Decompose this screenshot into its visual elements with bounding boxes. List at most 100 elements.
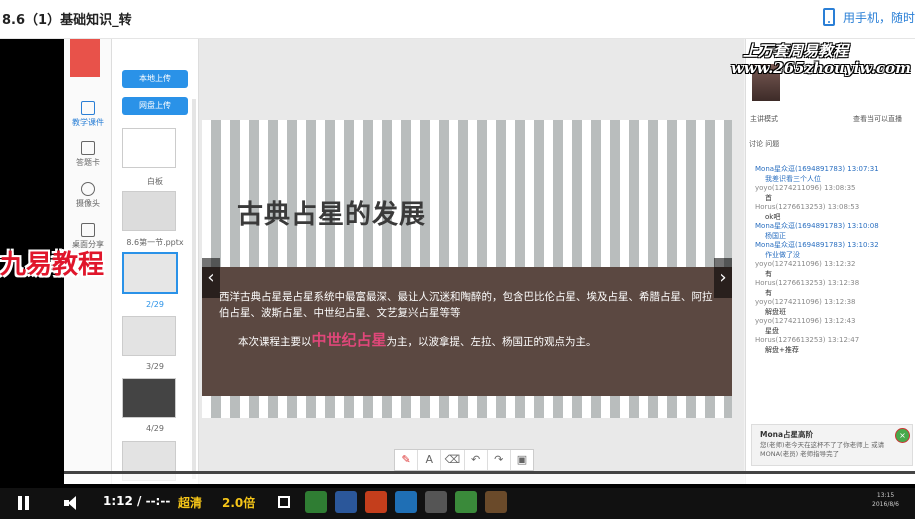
fullscreen-icon[interactable] — [278, 496, 290, 508]
chat-message: Mona星众逗(1694891783) 13:10:32 — [755, 241, 879, 249]
chat-message: 有 — [765, 269, 772, 278]
thumb-label: 4/29 — [146, 424, 164, 433]
system-clock: 13:15 2016/8/6 — [872, 491, 899, 509]
next-slide-button[interactable]: › — [714, 258, 732, 298]
notice-title: Mona占星高阶 — [760, 430, 814, 439]
app-icon — [485, 491, 507, 513]
thumb-whiteboard[interactable] — [122, 128, 176, 168]
clock-date: 2016/8/6 — [872, 501, 899, 508]
notice-body: 您(老师)老今天在这杯不了了你老师上 或请MONA(老员) 老师指导完了 — [760, 441, 885, 458]
player-controls: 1:12 / --:-- 超清 2.0倍 13:15 2016/8/6 — [0, 488, 915, 519]
redo-icon[interactable]: ↷ — [488, 450, 511, 470]
edit-icon — [81, 141, 95, 155]
slide-paragraph-1: 西洋古典占星是占星系统中最富最深、最让人沉迷和陶醉的，包含巴比伦占星、埃及占星、… — [219, 291, 713, 319]
lock-icon[interactable]: ▣ — [511, 450, 533, 470]
chat-message: 解盘班 — [765, 307, 786, 316]
nav-item-label: 摄像头 — [76, 199, 100, 208]
chat-message: Mona星众逗(1694891783) 13:07:31 — [755, 165, 879, 173]
close-icon[interactable]: × — [895, 428, 910, 443]
para2-suffix: 为主，以波拿提、左拉、杨国正的观点为主。 — [386, 336, 597, 348]
speed-button[interactable]: 2.0倍 — [222, 494, 255, 511]
chat-message: Horus(1276613253) 13:08:53 — [755, 203, 860, 211]
chat-tabs[interactable]: 讨论 问题 — [749, 139, 779, 149]
nav-item-answer-card[interactable]: 答题卡 — [66, 141, 110, 168]
slide-paragraph-2: 本次课程主要以中世纪占星为主，以波拿提、左拉、杨国正的观点为主。 — [238, 329, 597, 350]
title-bar: 8.6（1）基础知识_转 用手机，随时 — [0, 0, 915, 39]
chat-message: yoyo(1274211096) 13:08:35 — [755, 184, 856, 192]
slide-title: 古典占星的发展 — [237, 200, 427, 230]
chat-message: Mona星众逗(1694891783) 13:10:08 — [755, 222, 879, 230]
para2-highlight: 中世纪占星 — [311, 331, 387, 349]
mobile-watch-link[interactable]: 用手机，随时 — [822, 8, 915, 26]
thumb-slide-2[interactable] — [122, 252, 178, 294]
quality-button[interactable]: 超清 — [178, 494, 202, 511]
classroom-app: 教学课件 答题卡 摄像头 桌面分享 本地上传 网盘上传 白板 8.6第一节.pp… — [64, 39, 915, 484]
current-slide: 古典占星的发展 西洋古典占星是占星系统中最富最深、最让人沉迷和陶醉的，包含巴比伦… — [202, 120, 732, 418]
volume-icon[interactable] — [64, 496, 82, 510]
chat-panel: 主讲模式 查看当可以直播 讨论 问题 Mona星众逗(1694891783) 1… — [745, 39, 915, 484]
powerpoint-icon — [365, 491, 387, 513]
courseware-icon — [81, 101, 95, 115]
word-icon — [335, 491, 357, 513]
slide-thumbnail-panel: 本地上传 网盘上传 白板 8.6第一节.pptx 2/29 3/29 4/29 — [112, 39, 199, 484]
chat-message: yoyo(1274211096) 13:12:43 — [755, 317, 856, 325]
drawing-toolbar: ✎ A ⌫ ↶ ↷ ▣ — [394, 449, 534, 471]
app-icon — [305, 491, 327, 513]
pen-icon[interactable]: ✎ — [395, 450, 419, 470]
thumb-label: 白板 — [147, 177, 163, 186]
chat-message: 解盘+推荐 — [765, 345, 799, 354]
mobile-watch-label: 用手机，随时 — [842, 10, 915, 25]
app-icon — [425, 491, 447, 513]
thumb-slide-1[interactable] — [122, 191, 176, 231]
nav-item-camera[interactable]: 摄像头 — [66, 182, 110, 209]
live-action-link[interactable]: 查看当可以直播 — [853, 114, 902, 124]
inner-status-strip — [64, 474, 915, 484]
screen-share-icon — [81, 223, 95, 237]
nav-red-tab[interactable] — [70, 39, 100, 77]
video-title: 8.6（1）基础知识_转 — [2, 13, 132, 28]
prev-slide-button[interactable]: ‹ — [202, 258, 220, 298]
upload-network-button[interactable]: 网盘上传 — [122, 97, 188, 115]
chat-message: Horus(1276613253) 13:12:38 — [755, 279, 860, 287]
app-icon — [455, 491, 477, 513]
nav-item-label: 教学课件 — [72, 118, 104, 127]
chat-message: 首 — [765, 193, 772, 202]
chat-message: 星盘 — [765, 326, 779, 335]
phone-icon — [822, 8, 835, 26]
logo-overlay: 九易教程 — [0, 250, 105, 280]
time-display: 1:12 / --:-- — [103, 494, 171, 508]
text-tool-icon[interactable]: A — [418, 450, 442, 470]
chat-message: yoyo(1274211096) 13:12:38 — [755, 298, 856, 306]
thumb-label: 3/29 — [146, 362, 164, 371]
chat-message-list: Mona星众逗(1694891783) 13:07:31 我差识看三个人位 yoyo… — [755, 165, 915, 355]
video-player[interactable]: 教学课件 答题卡 摄像头 桌面分享 本地上传 网盘上传 白板 8.6第一节.pp… — [0, 39, 915, 519]
clock-time: 13:15 — [876, 492, 895, 499]
thumb-label: 8.6第一节.pptx — [126, 238, 184, 247]
nav-item-courseware[interactable]: 教学课件 — [66, 101, 110, 128]
chat-message: 杨国正 — [765, 231, 786, 240]
eraser-icon[interactable]: ⌫ — [441, 450, 465, 470]
taskbar-apps — [305, 491, 507, 513]
para2-prefix: 本次课程主要以 — [238, 336, 312, 348]
chat-message: yoyo(1274211096) 13:12:32 — [755, 260, 856, 268]
upload-local-button[interactable]: 本地上传 — [122, 70, 188, 88]
chat-message: 有 — [765, 288, 772, 297]
app-icon — [395, 491, 417, 513]
undo-icon[interactable]: ↶ — [465, 450, 488, 470]
thumb-scrollbar[interactable] — [192, 99, 196, 479]
slide-text-band: 西洋古典占星是占星系统中最富最深、最让人沉迷和陶醉的，包含巴比伦占星、埃及占星、… — [202, 267, 732, 396]
chat-message: 作业做了没 — [765, 250, 800, 259]
watermark-line-2: www.265zhouyiw.com — [730, 59, 911, 77]
thumb-slide-4[interactable] — [122, 378, 176, 418]
watermark-line-1: 上万套周易教程 — [742, 42, 848, 60]
chat-message: ok吧 — [765, 212, 781, 221]
nav-item-label: 答题卡 — [76, 158, 100, 167]
thumb-label: 2/29 — [146, 300, 164, 309]
pause-icon[interactable] — [18, 496, 30, 510]
notice-popup: Mona占星高阶 您(老师)老今天在这杯不了了你老师上 或请MONA(老员) 老… — [751, 424, 913, 466]
thumb-slide-3[interactable] — [122, 316, 176, 356]
chat-message: Horus(1276613253) 13:12:47 — [755, 336, 860, 344]
teaching-mode[interactable]: 主讲模式 — [750, 114, 778, 124]
chat-message: 我差识看三个人位 — [765, 174, 821, 183]
camera-icon — [81, 182, 95, 196]
